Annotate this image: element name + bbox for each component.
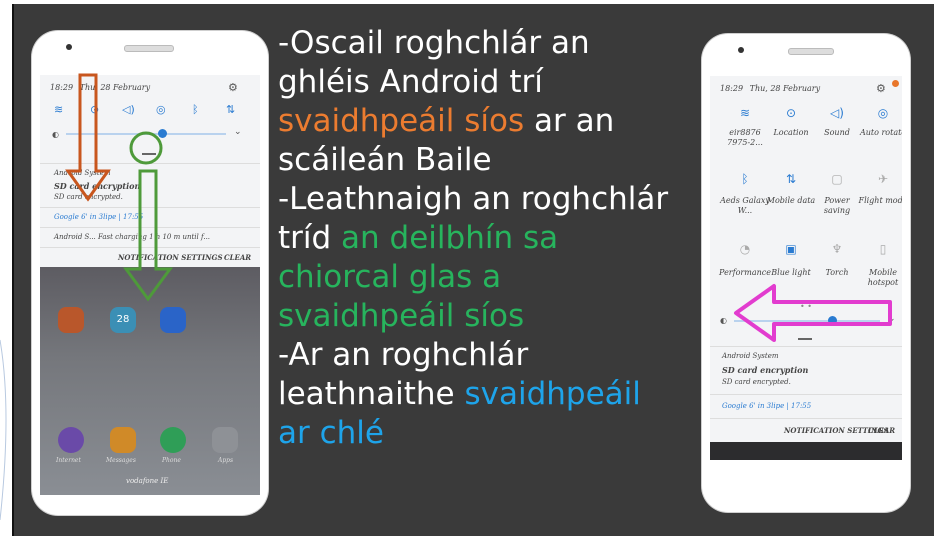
green-circle-highlight: [129, 131, 163, 165]
step3-line3: ar chlé: [278, 415, 384, 451]
instruction-text: -Oscail roghchlár an ghléis Android trí …: [278, 24, 708, 453]
step1-line3: svaidhpeáil síos ar an: [278, 102, 708, 141]
swipe-left-highlight: svaidhpeáil: [464, 376, 641, 412]
step2-line1: -Leathnaigh an roghchlár: [278, 181, 669, 217]
orange-swipe-arrow: [65, 73, 111, 202]
step2-line3: chiorcal glas a: [278, 259, 502, 295]
step2-line2: tríd an deilbhín sa: [278, 219, 708, 258]
step3-line2: leathnaithe svaidhpeáil: [278, 375, 708, 414]
step3-line1: -Ar an roghchlár: [278, 337, 529, 373]
slide: 18:29 Thu, 28 February ⚙ ≋ ⊙ ◁) ◎ ᛒ ⇅ ◐ …: [0, 0, 946, 540]
green-swipe-arrow: [123, 169, 173, 302]
step1-line3-rest: ar an: [524, 103, 615, 139]
green-icon-highlight: an deilbhín sa: [341, 220, 559, 256]
left-phone: 18:29 Thu, 28 February ⚙ ≋ ⊙ ◁) ◎ ᛒ ⇅ ◐ …: [32, 31, 268, 515]
swipe-down-highlight: svaidhpeáil síos: [278, 103, 525, 139]
step1-line2: ghléis Android trí: [278, 64, 543, 100]
step1-line1: -Oscail roghchlár an: [278, 25, 590, 61]
magenta-swipe-left-arrow: [734, 284, 892, 342]
right-phone: 18:29 Thu, 28 February ⚙ ≋ ⊙ ◁) ◎ eir887…: [702, 34, 910, 512]
step3-line2-start: leathnaithe: [278, 376, 465, 412]
annotation-arrows: [65, 73, 173, 302]
step1-line4: scáileán Baile: [278, 142, 492, 178]
annotation-arrows: [734, 284, 892, 342]
step2-line2-start: tríd: [278, 220, 342, 256]
step2-line4: svaidhpeáil síos: [278, 298, 525, 334]
